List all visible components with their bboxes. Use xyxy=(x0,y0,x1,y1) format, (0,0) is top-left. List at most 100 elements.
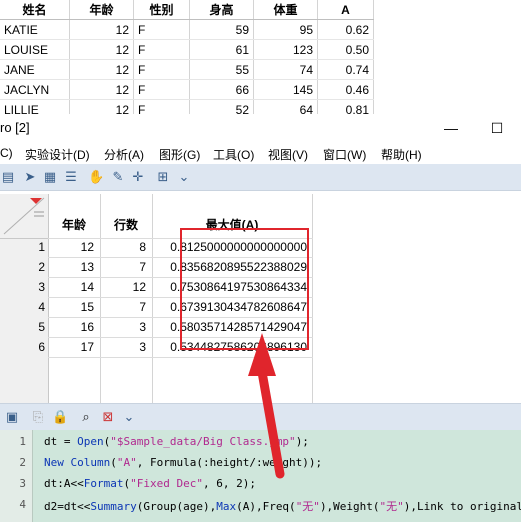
menu-item-tools[interactable]: 工具(O) xyxy=(213,146,254,163)
cell-age[interactable]: 12 xyxy=(69,19,134,40)
cell-age[interactable]: 12 xyxy=(69,59,134,80)
col-header-height[interactable]: 身高 xyxy=(189,0,254,20)
cell-sex[interactable]: F xyxy=(133,19,190,40)
search-icon[interactable]: ⌕ xyxy=(78,409,94,425)
menu-item-analyze[interactable]: 分析(A) xyxy=(104,146,144,163)
menu-item-edit[interactable]: C) xyxy=(0,146,13,160)
title-bar[interactable]: ro [2] — ☐ xyxy=(0,114,521,142)
row-number[interactable]: 5 xyxy=(0,320,45,334)
cell-height[interactable]: 55 xyxy=(189,59,254,80)
cell-age[interactable]: 12 xyxy=(69,79,134,100)
menu-item-help[interactable]: 帮助(H) xyxy=(381,146,422,163)
cell-age[interactable]: 12 xyxy=(50,240,94,254)
row-number[interactable]: 3 xyxy=(0,280,45,294)
cell-sex[interactable]: F xyxy=(133,99,190,114)
cell-name[interactable]: JANE xyxy=(0,59,70,80)
cell-height[interactable]: 52 xyxy=(189,99,254,114)
code-line-4[interactable]: d2=dt<<Summary(Group(age),Max(A),Freq("无… xyxy=(44,498,521,514)
window-title: ro [2] xyxy=(0,120,30,135)
cell-weight[interactable]: 145 xyxy=(253,79,318,100)
lock-icon[interactable]: 🔒 xyxy=(52,409,68,425)
cell-count[interactable]: 12 xyxy=(102,280,146,294)
copy-icon[interactable]: ⎘ xyxy=(30,409,46,425)
minimize-button[interactable]: — xyxy=(441,118,461,138)
code-line-3[interactable]: dt:A<<Format("Fixed Dec", 6, 2); xyxy=(44,477,256,490)
col-header-name[interactable]: 姓名 xyxy=(0,0,70,20)
cell-count[interactable]: 7 xyxy=(102,300,146,314)
main-toolbar: ▤ ➤ ▦ ☰ ✋ ✎ ✛ ⊞ ⌄ xyxy=(0,164,521,191)
cell-sex[interactable]: F xyxy=(133,39,190,60)
toolbar-overflow-icon[interactable]: ⌄ xyxy=(121,409,137,425)
debug-icon[interactable]: ⊠ xyxy=(100,409,116,425)
cell-weight[interactable]: 95 xyxy=(253,19,318,40)
col-header-weight[interactable]: 体重 xyxy=(253,0,318,20)
cell-a[interactable]: 0.46 xyxy=(317,79,374,100)
cell-count[interactable]: 3 xyxy=(102,340,146,354)
row-number[interactable]: 4 xyxy=(0,300,45,314)
table-row[interactable]: LILLIE 12 F 52 64 0.81 xyxy=(0,99,374,114)
cell-sex[interactable]: F xyxy=(133,59,190,80)
cell-weight[interactable]: 64 xyxy=(253,99,318,114)
col-header-sex[interactable]: 性别 xyxy=(133,0,190,20)
cell-age[interactable]: 12 xyxy=(69,39,134,60)
cell-age[interactable]: 16 xyxy=(50,320,94,334)
table-icon[interactable]: ▤ xyxy=(0,169,16,185)
cell-name[interactable]: KATIE xyxy=(0,19,70,40)
row-number[interactable]: 1 xyxy=(0,240,45,254)
cell-name[interactable]: LOUISE xyxy=(0,39,70,60)
cell-age[interactable]: 13 xyxy=(50,260,94,274)
table-row[interactable]: LOUISE 12 F 61 123 0.50 xyxy=(0,39,374,60)
cell-age[interactable]: 14 xyxy=(50,280,94,294)
cell-weight[interactable]: 74 xyxy=(253,59,318,80)
pencil-icon[interactable]: ✎ xyxy=(110,169,126,185)
code-line-2[interactable]: New Column("A", Formula(:height/:weight)… xyxy=(44,456,322,469)
grid-icon[interactable]: ▦ xyxy=(42,169,58,185)
cell-count[interactable]: 3 xyxy=(102,320,146,334)
rows-icon[interactable]: ☰ xyxy=(63,169,79,185)
cell-count[interactable]: 7 xyxy=(102,260,146,274)
corner-triangle-icon[interactable] xyxy=(0,194,48,238)
col-header-count[interactable]: 行数 xyxy=(102,216,150,233)
cell-a[interactable]: 0.81 xyxy=(317,99,374,114)
cell-height[interactable]: 61 xyxy=(189,39,254,60)
line-number: 2 xyxy=(19,456,26,469)
crosshair-icon[interactable]: ✛ xyxy=(130,169,146,185)
maximize-button[interactable]: ☐ xyxy=(487,118,507,138)
col-header-age[interactable]: 年龄 xyxy=(69,0,134,20)
highlight-box xyxy=(180,228,309,350)
menu-item-graph[interactable]: 图形(G) xyxy=(159,146,200,163)
grid-corner[interactable] xyxy=(0,194,48,239)
col-header-a[interactable]: A xyxy=(317,0,374,20)
cell-weight[interactable]: 123 xyxy=(253,39,318,60)
cell-age[interactable]: 17 xyxy=(50,340,94,354)
run-script-icon[interactable]: ▣ xyxy=(4,409,20,425)
code-line-1[interactable]: dt = Open("$Sample_data/Big Class.jmp"); xyxy=(44,435,309,448)
toolbar-overflow-icon[interactable]: ⌄ xyxy=(176,169,192,185)
menu-item-window[interactable]: 窗口(W) xyxy=(323,146,366,163)
arrow-select-icon[interactable]: ➤ xyxy=(22,169,38,185)
cell-count[interactable]: 8 xyxy=(102,240,146,254)
cell-age[interactable]: 12 xyxy=(69,99,134,114)
add-column-icon[interactable]: ⊞ xyxy=(155,169,171,185)
menu-item-doe[interactable]: 实验设计(D) xyxy=(25,146,90,163)
cell-height[interactable]: 59 xyxy=(189,19,254,40)
table-row[interactable]: JACLYN 12 F 66 145 0.46 xyxy=(0,79,374,100)
script-editor[interactable]: 1 2 3 4 dt = Open("$Sample_data/Big Clas… xyxy=(0,430,521,522)
table-row[interactable]: KATIE 12 F 59 95 0.62 xyxy=(0,19,374,40)
line-number: 4 xyxy=(19,498,26,511)
table-row[interactable]: JANE 12 F 55 74 0.74 xyxy=(0,59,374,80)
cell-age[interactable]: 15 xyxy=(50,300,94,314)
cell-name[interactable]: JACLYN xyxy=(0,79,70,100)
menu-bar: C) 实验设计(D) 分析(A) 图形(G) 工具(O) 视图(V) 窗口(W)… xyxy=(0,142,521,164)
cell-a[interactable]: 0.74 xyxy=(317,59,374,80)
cell-a[interactable]: 0.62 xyxy=(317,19,374,40)
row-number[interactable]: 6 xyxy=(0,340,45,354)
row-number[interactable]: 2 xyxy=(0,260,45,274)
cell-sex[interactable]: F xyxy=(133,79,190,100)
cell-height[interactable]: 66 xyxy=(189,79,254,100)
col-header-age[interactable]: 年龄 xyxy=(50,216,98,233)
cell-name[interactable]: LILLIE xyxy=(0,99,70,114)
cell-a[interactable]: 0.50 xyxy=(317,39,374,60)
hand-icon[interactable]: ✋ xyxy=(88,169,104,185)
menu-item-view[interactable]: 视图(V) xyxy=(268,146,308,163)
